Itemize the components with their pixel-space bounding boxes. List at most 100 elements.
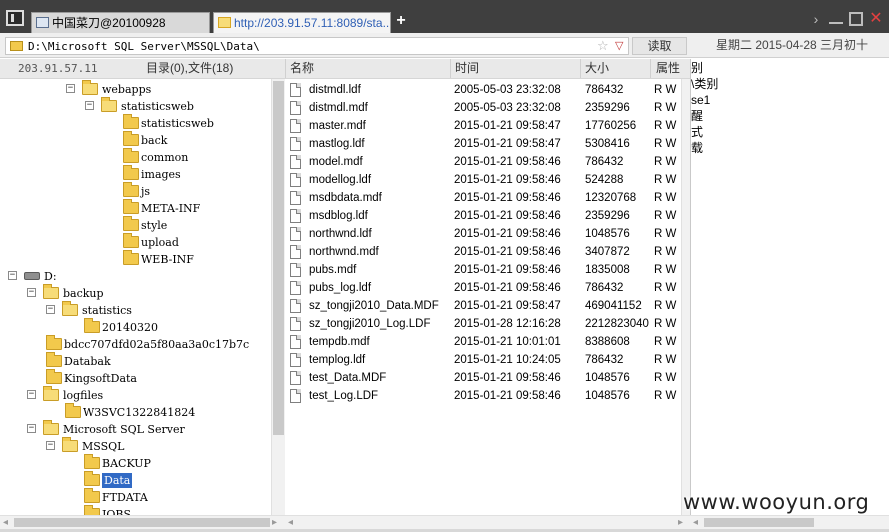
tree-node[interactable]: W3SVC1322841824 — [46, 403, 271, 421]
file-row[interactable]: sz_tongji2010_Log.LDF 2015-01-28 12:16:28… — [285, 315, 681, 333]
notes-line: 醒 — [691, 109, 704, 123]
tree-node[interactable]: BACKUP — [65, 454, 271, 472]
tree-node-label: bdcc707dfd02a5f80aa3a0c17b7c — [64, 338, 250, 351]
column-header-attr[interactable]: 属性 — [656, 61, 680, 76]
tree-node[interactable]: images — [104, 165, 271, 183]
file-time: 2015-01-21 10:24:05 — [454, 354, 561, 366]
file-row[interactable]: modellog.ldf 2015-01-21 09:58:46 524288 R W — [285, 171, 681, 189]
arrow-right-icon[interactable]: ▸ — [272, 517, 277, 529]
maximize-icon[interactable] — [849, 12, 863, 26]
file-time: 2015-01-21 09:58:46 — [454, 282, 561, 294]
arrow-left-icon[interactable]: ◂ — [3, 517, 8, 529]
app-window-icon[interactable] — [6, 10, 24, 26]
date-display: 星期二 2015-04-28 三月初十 — [716, 38, 869, 52]
file-attributes: R W — [654, 246, 677, 258]
dir-file-count: 目录(0),文件(18) — [146, 61, 234, 75]
tree-node[interactable]: WEB-INF — [104, 250, 271, 268]
collapse-toggle-icon[interactable]: − — [27, 288, 36, 297]
file-size: 1835008 — [585, 264, 630, 276]
tree-node[interactable]: − D: — [8, 268, 271, 285]
tree-node[interactable]: − MSSQL — [46, 437, 271, 455]
tree-node[interactable]: − statisticsweb — [85, 97, 271, 115]
tree-node[interactable]: bdcc707dfd02a5f80aa3a0c17b7c — [27, 335, 271, 353]
path-input[interactable]: D:\Microsoft SQL Server\MSSQL\Data\ ☆ ▽ — [5, 37, 629, 55]
tree-node[interactable]: common — [104, 148, 271, 166]
chevron-down-icon[interactable]: ▽ — [615, 39, 623, 54]
tree-node[interactable]: JOBS — [65, 505, 271, 515]
chevron-right-icon[interactable]: › — [809, 12, 823, 26]
star-icon[interactable]: ☆ — [597, 38, 609, 54]
tab-caidao[interactable]: 中国菜刀@20100928 — [31, 12, 210, 33]
notes-panel[interactable]: 别 \类别 se1 醒 式 载 — [690, 59, 889, 515]
file-row[interactable]: tempdb.mdf 2015-01-21 10:01:01 8388608 R W — [285, 333, 681, 351]
column-header-time[interactable]: 时间 — [455, 61, 479, 76]
tree-node[interactable]: − webapps — [66, 80, 271, 98]
tree-node[interactable]: Data — [65, 471, 271, 489]
tab-url[interactable]: http://203.91.57.11:8089/sta... — [213, 12, 391, 33]
file-row[interactable]: test_Log.LDF 2015-01-21 09:58:46 1048576 R … — [285, 387, 681, 405]
tree-node[interactable]: − backup — [27, 284, 271, 302]
minimize-icon[interactable] — [829, 14, 843, 24]
collapse-toggle-icon[interactable]: − — [46, 305, 55, 314]
notes-horizontal-scrollbar[interactable]: ◂ — [690, 515, 889, 529]
arrow-left-icon[interactable]: ◂ — [693, 517, 698, 529]
arrow-right-icon[interactable]: ▸ — [678, 517, 683, 529]
file-row[interactable]: pubs.mdf 2015-01-21 09:58:46 1835008 R W — [285, 261, 681, 279]
file-row[interactable]: msdblog.ldf 2015-01-21 09:58:46 2359296 R W — [285, 207, 681, 225]
file-size: 469041152 — [585, 300, 642, 312]
file-row[interactable]: distmdl.mdf 2005-05-03 23:32:08 2359296 R W — [285, 99, 681, 117]
file-row[interactable]: model.mdf 2015-01-21 09:58:46 786432 R W — [285, 153, 681, 171]
file-list: distmdl.ldf 2005-05-03 23:32:08 786432 R Wd… — [285, 79, 681, 515]
column-header-name[interactable]: 名称 — [290, 61, 314, 76]
tree-node[interactable]: KingsoftData — [27, 369, 271, 387]
tree-horizontal-scrollbar[interactable]: ◂ ▸ — [0, 515, 285, 529]
file-size: 3407872 — [585, 246, 630, 258]
tree-node[interactable]: js — [104, 182, 271, 200]
tree-node[interactable]: statisticsweb — [104, 114, 271, 132]
file-row[interactable]: northwnd.mdf 2015-01-21 09:58:46 3407872 R … — [285, 243, 681, 261]
scroll-thumb[interactable] — [273, 81, 284, 435]
tree-node[interactable]: style — [104, 216, 271, 234]
tree-node[interactable]: FTDATA — [65, 488, 271, 506]
file-list-horizontal-scrollbar[interactable]: ◂ ▸ — [285, 515, 690, 529]
arrow-left-icon[interactable]: ◂ — [288, 517, 293, 529]
collapse-toggle-icon[interactable]: − — [27, 390, 36, 399]
file-row[interactable]: pubs_log.ldf 2015-01-21 09:58:46 786432 R W — [285, 279, 681, 297]
plus-icon[interactable]: + — [395, 13, 407, 29]
file-size: 786432 — [585, 354, 624, 366]
path-text: D:\Microsoft SQL Server\MSSQL\Data\ — [28, 40, 260, 53]
file-row[interactable]: test_Data.MDF 2015-01-21 09:58:46 1048576 R… — [285, 369, 681, 387]
folder-icon — [84, 488, 100, 503]
column-header-size[interactable]: 大小 — [585, 61, 609, 76]
file-list-vertical-scrollbar[interactable] — [681, 79, 690, 515]
collapse-toggle-icon[interactable]: − — [46, 441, 55, 450]
collapse-toggle-icon[interactable]: − — [8, 271, 17, 280]
collapse-toggle-icon[interactable]: − — [66, 84, 75, 93]
file-row[interactable]: sz_tongji2010_Data.MDF 2015-01-21 09:58:4… — [285, 297, 681, 315]
tree-node-label: FTDATA — [102, 491, 148, 504]
file-row[interactable]: msdbdata.mdf 2015-01-21 09:58:46 12320768 R… — [285, 189, 681, 207]
file-time: 2015-01-21 09:58:46 — [454, 246, 561, 258]
file-row[interactable]: master.mdf 2015-01-21 09:58:47 17760256 R W — [285, 117, 681, 135]
file-row[interactable]: mastlog.ldf 2015-01-21 09:58:47 5308416 R W — [285, 135, 681, 153]
scroll-thumb[interactable] — [14, 518, 270, 527]
collapse-toggle-icon[interactable]: − — [27, 424, 36, 433]
file-row[interactable]: distmdl.ldf 2005-05-03 23:32:08 786432 R W — [285, 81, 681, 99]
tree-node[interactable]: − logfiles — [27, 386, 271, 404]
file-row[interactable]: northwnd.ldf 2015-01-21 09:58:46 1048576 R … — [285, 225, 681, 243]
tree-node[interactable]: upload — [104, 233, 271, 251]
scroll-thumb[interactable] — [704, 518, 814, 527]
tree-node[interactable]: − statistics — [46, 301, 271, 319]
read-button[interactable]: 读取 — [632, 37, 687, 55]
tree-node[interactable]: Databak — [27, 352, 271, 370]
tree-node[interactable]: 20140320 — [65, 318, 271, 336]
close-icon[interactable]: ✕ — [869, 11, 883, 27]
tree-node-label: 20140320 — [102, 321, 158, 334]
collapse-toggle-icon[interactable]: − — [85, 101, 94, 110]
tree-vertical-scrollbar[interactable] — [271, 79, 285, 515]
tree-node[interactable]: back — [104, 131, 271, 149]
tree-node[interactable]: META-INF — [104, 199, 271, 217]
file-name: sz_tongji2010_Data.MDF — [309, 300, 439, 312]
tree-node[interactable]: − Microsoft SQL Server — [27, 420, 271, 438]
file-row[interactable]: templog.ldf 2015-01-21 10:24:05 786432 R W — [285, 351, 681, 369]
